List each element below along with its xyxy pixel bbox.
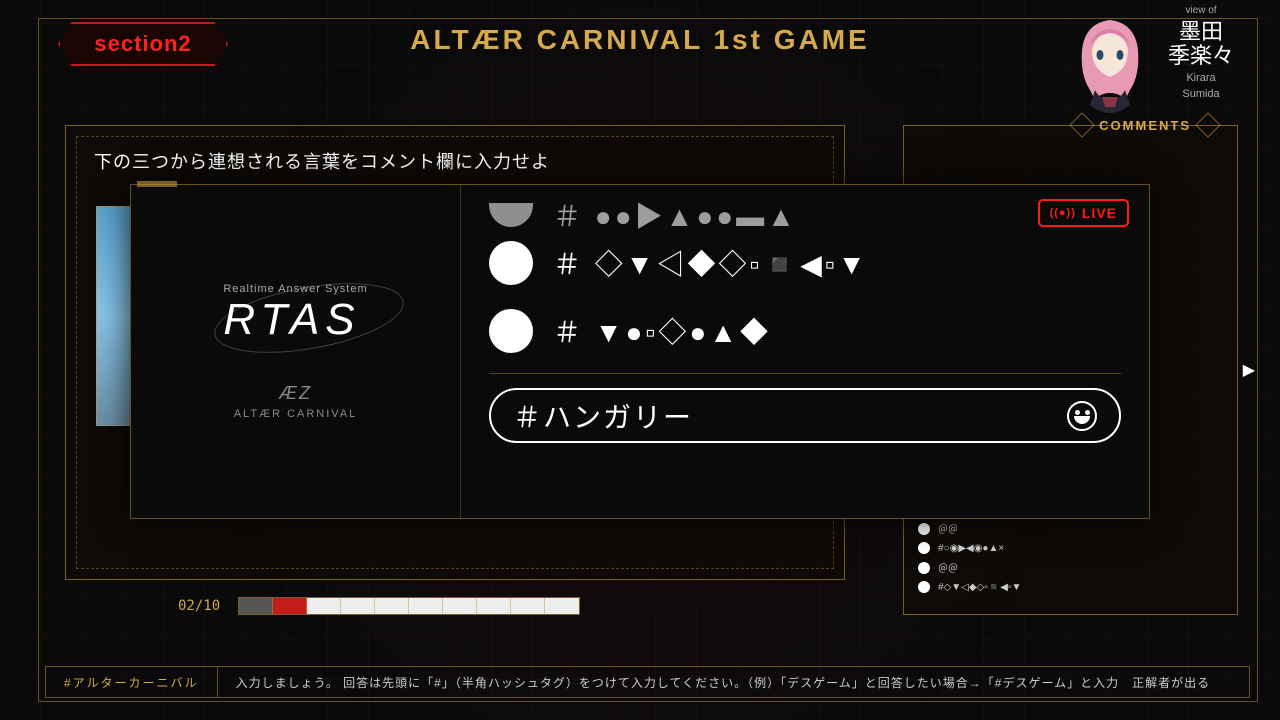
brand-label: ALTÆR CARNIVAL <box>234 408 358 420</box>
character-name-jp-2: 季楽々 <box>1168 44 1234 68</box>
answer-text: ＃ ▼●▫◇●▲◆ <box>553 311 771 351</box>
chevron-right-icon[interactable]: ▶ <box>1243 360 1255 380</box>
character-name-jp-1: 墨田 <box>1168 20 1234 44</box>
page-title: ALTÆR CARNIVAL 1st GAME <box>410 24 869 56</box>
progress-cell <box>409 598 443 614</box>
ticker: #アルターカーニバル 入力しましょう。 回答は先頭に「#」（半角ハッシュタグ）を… <box>45 666 1250 698</box>
ticker-message: 入力しましょう。 回答は先頭に「#」（半角ハッシュタグ）をつけて入力してください… <box>218 674 1229 691</box>
divider <box>489 373 1121 374</box>
view-of-label: view of <box>1168 5 1234 16</box>
progress-cell <box>307 598 341 614</box>
answer-avatar-icon <box>489 309 533 353</box>
deco-diamond-icon <box>1069 112 1094 137</box>
answer-text: ＃ ●●▶▲●●▬▲ <box>553 201 798 229</box>
progress-cell <box>443 598 477 614</box>
progress-cell <box>511 598 545 614</box>
answer-row: ＃ ◇▼◁◆◇▫◾◀▫▼ <box>489 229 1121 297</box>
answer-avatar-icon <box>489 203 533 227</box>
character-area: view of 墨田 季楽々 Kirara Sumida <box>1060 5 1260 120</box>
deco-diamond-icon <box>1195 112 1220 137</box>
answer-input-value: ＃ハンガリー <box>513 396 1055 436</box>
progress-area: 02/10 <box>178 594 658 618</box>
comment-text: ＠＠ <box>938 521 958 536</box>
comment-avatar-icon <box>918 542 930 554</box>
comments-header-label: COMMENTS <box>1099 118 1191 133</box>
ticker-hashtag: #アルターカーニバル <box>46 667 218 697</box>
progress-cell <box>545 598 579 614</box>
character-name-en-1: Kirara <box>1168 72 1234 84</box>
comment-text: ＠＠ <box>938 560 958 575</box>
progress-cell <box>341 598 375 614</box>
character-name-en-2: Sumida <box>1168 88 1234 100</box>
section-badge: section2 <box>58 22 228 66</box>
answer-input[interactable]: ＃ハンガリー <box>489 388 1121 443</box>
progress-cell <box>477 598 511 614</box>
answer-row: ＃ ●●▶▲●●▬▲ <box>489 201 1121 229</box>
comment-avatar-icon <box>918 523 930 535</box>
answer-text: ＃ ◇▼◁◆◇▫◾◀▫▼ <box>553 243 868 283</box>
progress-counter: 02/10 <box>178 598 220 614</box>
emoji-icon[interactable] <box>1067 401 1097 431</box>
comment-item: ＠＠ <box>918 518 1223 539</box>
rtas-panel: Realtime Answer System RTAS ÆZ ALTÆR CAR… <box>130 184 1150 519</box>
answer-avatar-icon <box>489 241 533 285</box>
progress-cell <box>375 598 409 614</box>
rtas-logo: RTAS <box>223 295 367 345</box>
question-prompt: 下の三つから連想される言葉をコメント欄に入力せよ <box>94 148 550 174</box>
answer-row: ＃ ▼●▫◇●▲◆ <box>489 297 1121 365</box>
avatar <box>1060 5 1160 115</box>
comment-item: #◇▼◁◆◇▫◾◀▫▼ <box>918 578 1223 596</box>
rtas-logo-area: Realtime Answer System RTAS ÆZ ALTÆR CAR… <box>131 185 461 518</box>
comment-avatar-icon <box>918 581 930 593</box>
progress-cell <box>273 598 307 614</box>
comment-text: #◇▼◁◆◇▫◾◀▫▼ <box>938 582 1021 593</box>
progress-bar <box>238 597 580 615</box>
progress-cell <box>239 598 273 614</box>
comment-text: #○◉▶◀◉●▲× <box>938 543 1004 554</box>
answer-feed: ＃ ●●▶▲●●▬▲ ＃ ◇▼◁◆◇▫◾◀▫▼ ＃ ▼●▫◇●▲◆ <box>489 201 1121 365</box>
brand-icon: ÆZ <box>234 383 358 404</box>
comment-item: ＠＠ <box>918 557 1223 578</box>
comment-avatar-icon <box>918 562 930 574</box>
comment-item: #○◉▶◀◉●▲× <box>918 539 1223 557</box>
